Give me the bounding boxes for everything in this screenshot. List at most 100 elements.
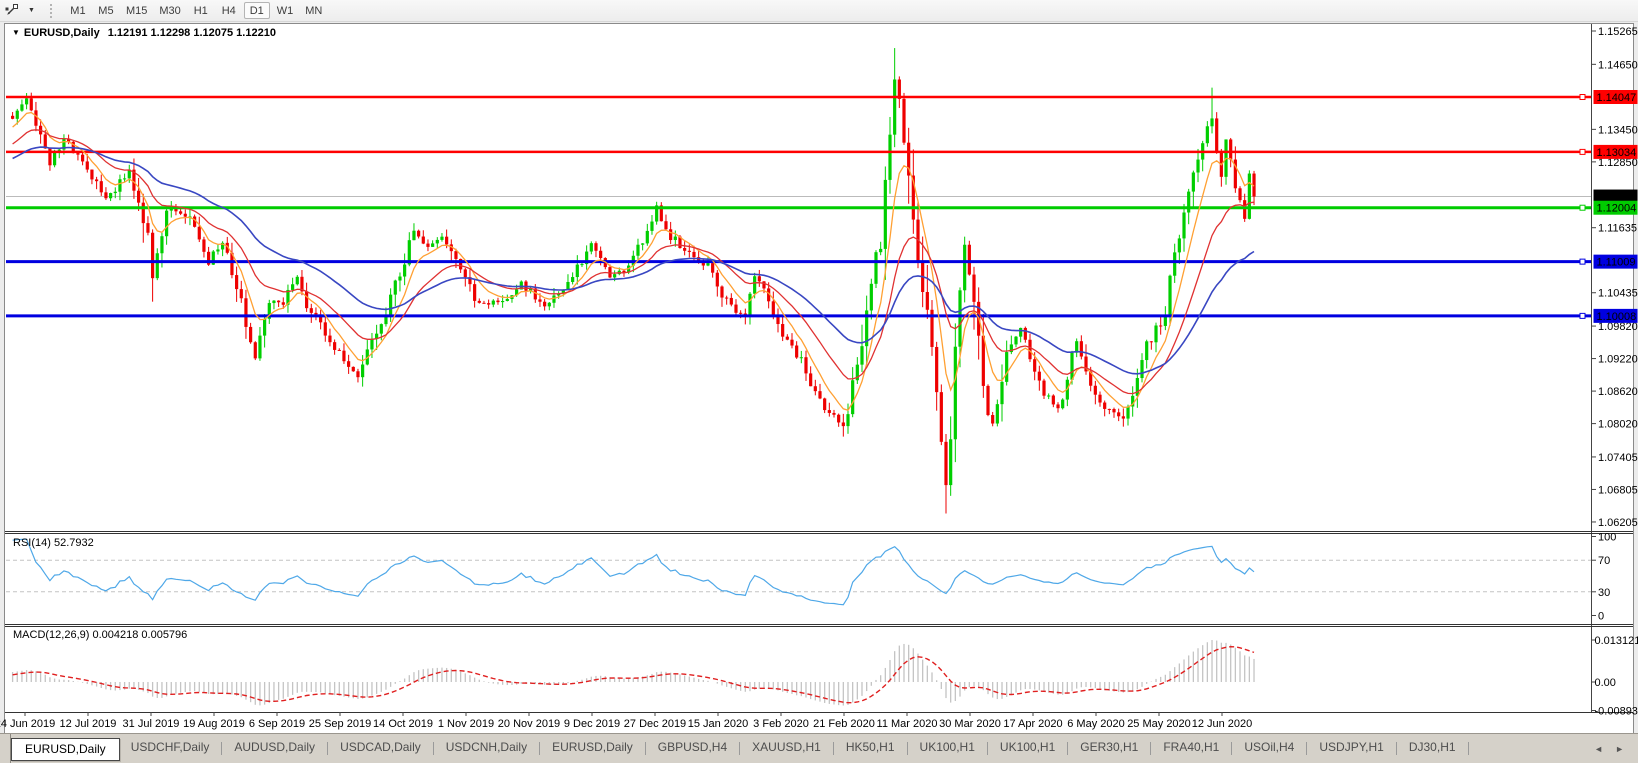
candle-body	[1196, 159, 1200, 173]
x-axis-date-label: 19 Aug 2019	[183, 718, 245, 730]
price-badge-label: 1.10008	[1597, 311, 1637, 323]
candle-body	[1140, 360, 1144, 379]
candle-body	[645, 230, 649, 244]
candle-body	[137, 190, 141, 203]
candle-body	[963, 244, 967, 291]
x-axis-date-label: 20 Nov 2019	[498, 718, 560, 730]
candle-body	[347, 361, 351, 367]
candle-body	[687, 250, 691, 252]
chart-tab-bar: EURUSD,Daily USDCHF,Daily AUDUSD,Daily USDC…	[0, 733, 1638, 763]
candle-body	[664, 221, 668, 230]
candle-body	[113, 191, 117, 194]
candle-body	[1107, 408, 1111, 410]
candle-body	[403, 264, 407, 277]
candle-body	[883, 179, 887, 249]
x-axis-date-label: 6 May 2020	[1067, 718, 1124, 730]
y-axis-tick-label: 1.15265	[1598, 26, 1638, 38]
tool-dropdown-button[interactable]: ▼	[24, 2, 39, 19]
chart-tab-usdjpy-h1[interactable]: USDJPY,H1	[1308, 734, 1394, 763]
candle-body	[902, 98, 906, 143]
chart-tab-usdcnh-daily[interactable]: USDCNH,Daily	[435, 734, 538, 763]
candle-body	[1177, 238, 1181, 253]
chart-tab-dj30-h1[interactable]: DJ30,H1	[1398, 734, 1467, 763]
candle-body	[431, 243, 435, 247]
candle-body	[1103, 402, 1107, 409]
candle-body	[11, 115, 15, 119]
tab-separator	[739, 742, 741, 755]
candle-body	[986, 385, 990, 416]
timeframe-button-m5[interactable]: M5	[93, 2, 119, 19]
y-axis-tick-label: 1.09220	[1598, 354, 1638, 366]
candle-body	[29, 98, 33, 111]
candle-body	[641, 243, 645, 245]
chart-tab-uk100-h1[interactable]: UK100,H1	[989, 734, 1066, 763]
candle-body	[669, 229, 673, 241]
candle-body	[333, 342, 337, 350]
candle-body	[1243, 200, 1247, 219]
timeframe-button-w1[interactable]: W1	[272, 2, 299, 19]
candle-body	[720, 286, 724, 298]
chart-tab-fra40-h1[interactable]: FRA40,H1	[1152, 734, 1230, 763]
chart-tab-usoil-h4[interactable]: USOil,H4	[1233, 734, 1305, 763]
candle-body	[160, 236, 164, 254]
tab-scroll-right-icon[interactable]: ►	[1615, 744, 1624, 754]
chart-tab-eurusd-daily[interactable]: EURUSD,Daily	[541, 734, 644, 763]
chart-tab-xauusd-h1[interactable]: XAUUSD,H1	[741, 734, 832, 763]
toolbar-grip[interactable]	[49, 3, 56, 18]
timeframe-button-d1[interactable]: D1	[243, 2, 270, 19]
candle-body	[445, 236, 449, 245]
price-badge-label: 1.12004	[1597, 203, 1637, 215]
candle-body	[1205, 126, 1209, 144]
candle-body	[85, 161, 89, 170]
candle-body	[1126, 406, 1130, 419]
tabs-container: EURUSD,Daily USDCHF,Daily AUDUSD,Daily USDC…	[11, 734, 1470, 763]
tab-separator	[221, 742, 223, 755]
chart-tab-uk100-h1[interactable]: UK100,H1	[909, 734, 986, 763]
timeframe-button-m30[interactable]: M30	[154, 2, 185, 19]
rsi-axis-label: 100	[1598, 532, 1616, 544]
chart-canvas[interactable]: 1.152651.146501.134501.128501.116351.104…	[0, 0, 1638, 763]
x-axis-date-label: 12 Jun 2020	[1192, 718, 1253, 730]
chart-tab-hk50-h1[interactable]: HK50,H1	[835, 734, 906, 763]
timeframe-button-h1[interactable]: H1	[188, 2, 214, 19]
level-handle[interactable]	[1579, 312, 1586, 319]
candle-body	[1154, 325, 1158, 343]
candle-body	[748, 293, 752, 317]
candle-body	[809, 373, 813, 387]
chart-tab-audusd-daily[interactable]: AUDUSD,Daily	[223, 734, 326, 763]
timeframe-button-mn[interactable]: MN	[300, 2, 327, 19]
candle-body	[925, 292, 929, 310]
chart-tab-eurusd-daily[interactable]: EURUSD,Daily	[11, 737, 120, 761]
tab-scroll-left-icon[interactable]: ◄	[1594, 744, 1603, 754]
candle-body	[552, 295, 556, 303]
level-handle[interactable]	[1579, 258, 1586, 265]
candle-body	[1098, 394, 1102, 403]
level-handle[interactable]	[1579, 204, 1586, 211]
chart-tab-gbpusd-h4[interactable]: GBPUSD,H4	[647, 734, 738, 763]
candle-body	[249, 326, 253, 343]
tab-scroll-arrows: ◄ ►	[1594, 734, 1638, 763]
tabbar-edge	[0, 734, 11, 763]
candle-body	[258, 335, 262, 359]
level-handle[interactable]	[1579, 148, 1586, 155]
timeframe-button-m1[interactable]: M1	[65, 2, 91, 19]
y-axis-tick-label: 1.11635	[1598, 223, 1637, 235]
tab-separator	[1067, 742, 1069, 755]
macd-axis-label: 0.013121	[1595, 635, 1638, 647]
level-handle[interactable]	[1579, 94, 1586, 101]
chart-tab-usdcad-daily[interactable]: USDCAD,Daily	[329, 734, 432, 763]
candle-body	[491, 300, 495, 305]
chart-tab-usdchf-daily[interactable]: USDCHF,Daily	[120, 734, 221, 763]
candle-body	[967, 244, 971, 275]
tab-separator	[832, 742, 834, 755]
timeframe-button-m15[interactable]: M15	[121, 2, 152, 19]
candle-body	[202, 239, 206, 252]
crosshair-tool-button[interactable]	[1, 2, 22, 19]
candle-body	[197, 226, 201, 240]
candle-body	[505, 299, 509, 301]
candle-body	[580, 264, 584, 266]
candle-body	[81, 154, 85, 162]
timeframe-button-h4[interactable]: H4	[216, 2, 242, 19]
candle-body	[538, 299, 542, 302]
chart-tab-ger30-h1[interactable]: GER30,H1	[1069, 734, 1149, 763]
